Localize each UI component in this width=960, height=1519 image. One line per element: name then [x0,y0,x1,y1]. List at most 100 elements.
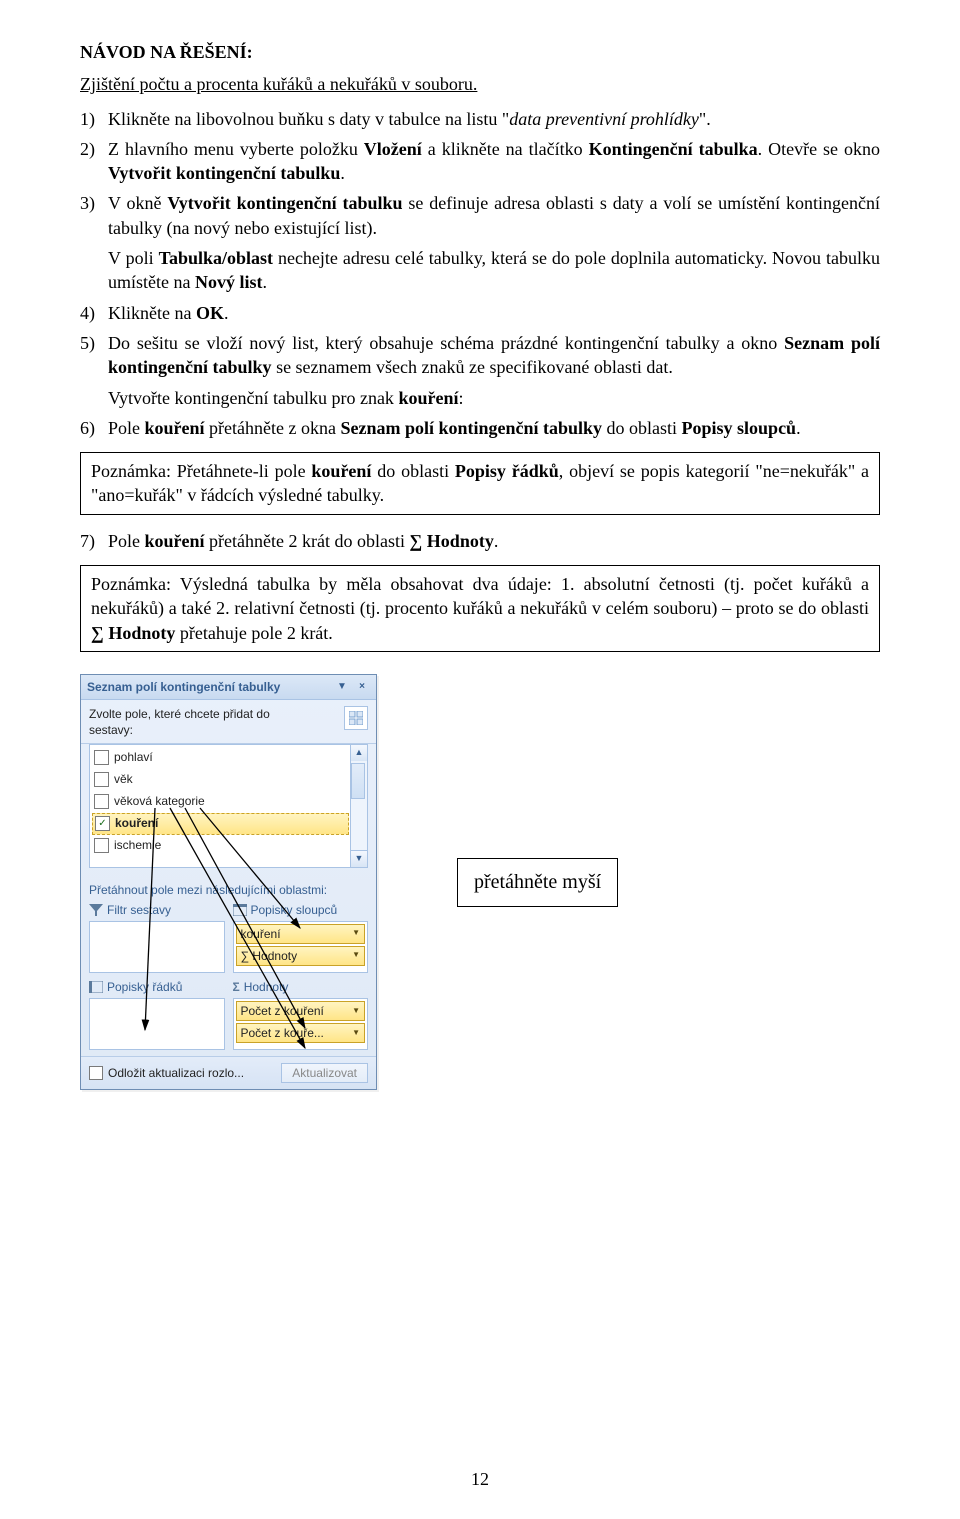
step-4: 4) Klikněte na OK. [80,301,880,325]
step-number: 6) [80,416,108,440]
text-bold: Seznam polí kontingenční tabulky [340,418,602,438]
text: Poznámka: Přetáhnete-li pole [91,461,311,481]
update-button[interactable]: Aktualizovat [281,1063,368,1083]
text-bold: ∑ Hodnoty [91,623,175,643]
text: přetáhněte 2 krát do oblasti [205,531,410,551]
scroll-down-icon[interactable]: ▼ [350,850,367,867]
chevron-down-icon[interactable]: ▼ [352,1006,360,1017]
pane-titlebar[interactable]: Seznam polí kontingenční tabulky ▼ × [81,675,376,700]
text-italic: data preventivní prohlídky [509,109,699,129]
checkbox[interactable] [94,750,109,765]
area-title-label: Hodnoty [244,979,289,995]
text-bold: Nový list [195,272,263,292]
chevron-down-icon[interactable]: ▼ [352,950,360,961]
defer-label: Odložit aktualizaci rozlo... [108,1065,244,1081]
text: Vytvořte kontingenční tabulku pro znak [108,388,398,408]
text-bold: kouření [311,461,371,481]
text: . [494,531,499,551]
close-icon[interactable]: × [354,679,370,695]
text: Klikněte na libovolnou buňku s daty v ta… [108,109,509,129]
layout-options-button[interactable] [344,706,368,730]
field-row-selected[interactable]: ✓ kouření [92,813,349,835]
field-label: věk [114,771,133,787]
defer-update[interactable]: Odložit aktualizaci rozlo... [89,1065,244,1081]
text-bold: Vložení [364,139,422,159]
checkbox[interactable] [94,838,109,853]
text-bold: Kontingenční tabulka [589,139,758,159]
text: ". [699,109,711,129]
checkbox[interactable] [94,772,109,787]
columns-well[interactable]: kouření ▼ ∑ Hodnoty ▼ [233,921,369,973]
page-number: 12 [0,1467,960,1491]
text: do oblasti [602,418,682,438]
text-bold: kouření [145,531,205,551]
chevron-down-icon[interactable]: ▼ [352,1028,360,1039]
field-row[interactable]: věková kategorie [90,791,367,813]
checkbox[interactable] [94,794,109,809]
field-row[interactable]: pohlaví [90,747,367,769]
step-3-para: V poli Tabulka/oblast nechejte adresu ce… [108,246,880,295]
note-1: Poznámka: Přetáhnete-li pole kouření do … [80,452,880,515]
step-6: 6) Pole kouření přetáhněte z okna Seznam… [80,416,880,440]
well-item-label: Počet z kouření [241,1003,324,1019]
solution-heading: NÁVOD NA ŘEŠENÍ: [80,40,880,64]
rows-well[interactable] [89,998,225,1050]
area-title-label: Filtr sestavy [107,902,171,918]
drag-callout-box: přetáhněte myší [457,858,618,907]
steps-list: 1) Klikněte na libovolnou buňku s daty v… [80,107,880,240]
well-item-koureni[interactable]: kouření ▼ [236,924,366,944]
step-number: 4) [80,301,108,325]
step-number: 3) [80,191,108,240]
area-rows[interactable]: Popisky řádků [89,979,225,1050]
text-bold: kouření [145,418,205,438]
text: Do sešitu se vloží nový list, který obsa… [108,333,784,353]
text: . Otevře se okno [758,139,880,159]
checkbox[interactable] [89,1066,103,1080]
drag-callout-text: přetáhněte myší [474,871,601,893]
text: . [224,303,229,323]
step-2: 2) Z hlavního menu vyberte položku Vlože… [80,137,880,186]
well-item-label: kouření [241,926,281,942]
step-number: 1) [80,107,108,131]
checkbox-checked[interactable]: ✓ [95,816,110,831]
text: se seznamem všech znaků ze specifikované… [272,357,673,377]
well-item-count-1[interactable]: Počet z kouření ▼ [236,1001,366,1021]
choose-fields-label: Zvolte pole, které chcete přidat do sest… [89,706,270,738]
columns-icon [233,904,247,916]
step-3: 3) V okně Vytvořit kontingenční tabulku … [80,191,880,240]
well-item-label: Počet z kouře... [241,1025,324,1041]
sigma-icon: Σ [233,979,240,995]
well-item-sigma-hodnoty[interactable]: ∑ Hodnoty ▼ [236,946,366,966]
text-bold: OK [196,303,224,323]
step-5-para: Vytvořte kontingenční tabulku pro znak k… [108,386,880,410]
pane-title: Seznam polí kontingenční tabulky [87,679,280,695]
scrollbar-thumb[interactable] [351,763,365,799]
text: přetáhněte z okna [205,418,341,438]
filter-well[interactable] [89,921,225,973]
area-columns[interactable]: Popisky sloupců kouření ▼ ∑ Hodnoty ▼ [233,902,369,973]
field-row[interactable]: ischemie [90,835,367,857]
values-well[interactable]: Počet z kouření ▼ Počet z kouře... ▼ [233,998,369,1050]
chevron-down-icon[interactable]: ▼ [334,679,350,695]
area-values[interactable]: Σ Hodnoty Počet z kouření ▼ Počet z kouř… [233,979,369,1050]
text: Poznámka: Výsledná tabulka by měla obsah… [91,574,869,618]
scroll-up-icon[interactable]: ▲ [350,745,367,762]
field-list[interactable]: ▲ ▼ pohlaví věk věková kategorie ✓ [89,744,368,868]
text-bold: Tabulka/oblast [159,248,273,268]
well-item-count-2[interactable]: Počet z kouře... ▼ [236,1023,366,1043]
text: Z hlavního menu vyberte položku [108,139,364,159]
choose-fields-row: Zvolte pole, které chcete přidat do sest… [81,700,376,743]
step-5: 5) Do sešitu se vloží nový list, který o… [80,331,880,380]
text: . [340,163,345,183]
field-label: kouření [115,815,158,831]
field-label: ischemie [114,837,161,853]
field-row[interactable]: věk [90,769,367,791]
text: . [796,418,801,438]
field-label: pohlaví [114,749,153,765]
pane-and-callout: Seznam polí kontingenční tabulky ▼ × Zvo… [80,674,880,1090]
well-item-label: ∑ Hodnoty [241,948,298,964]
text-bold: Popisy sloupců [682,418,797,438]
chevron-down-icon[interactable]: ▼ [352,928,360,939]
area-filter[interactable]: Filtr sestavy [89,902,225,973]
text: Klikněte na [108,303,196,323]
